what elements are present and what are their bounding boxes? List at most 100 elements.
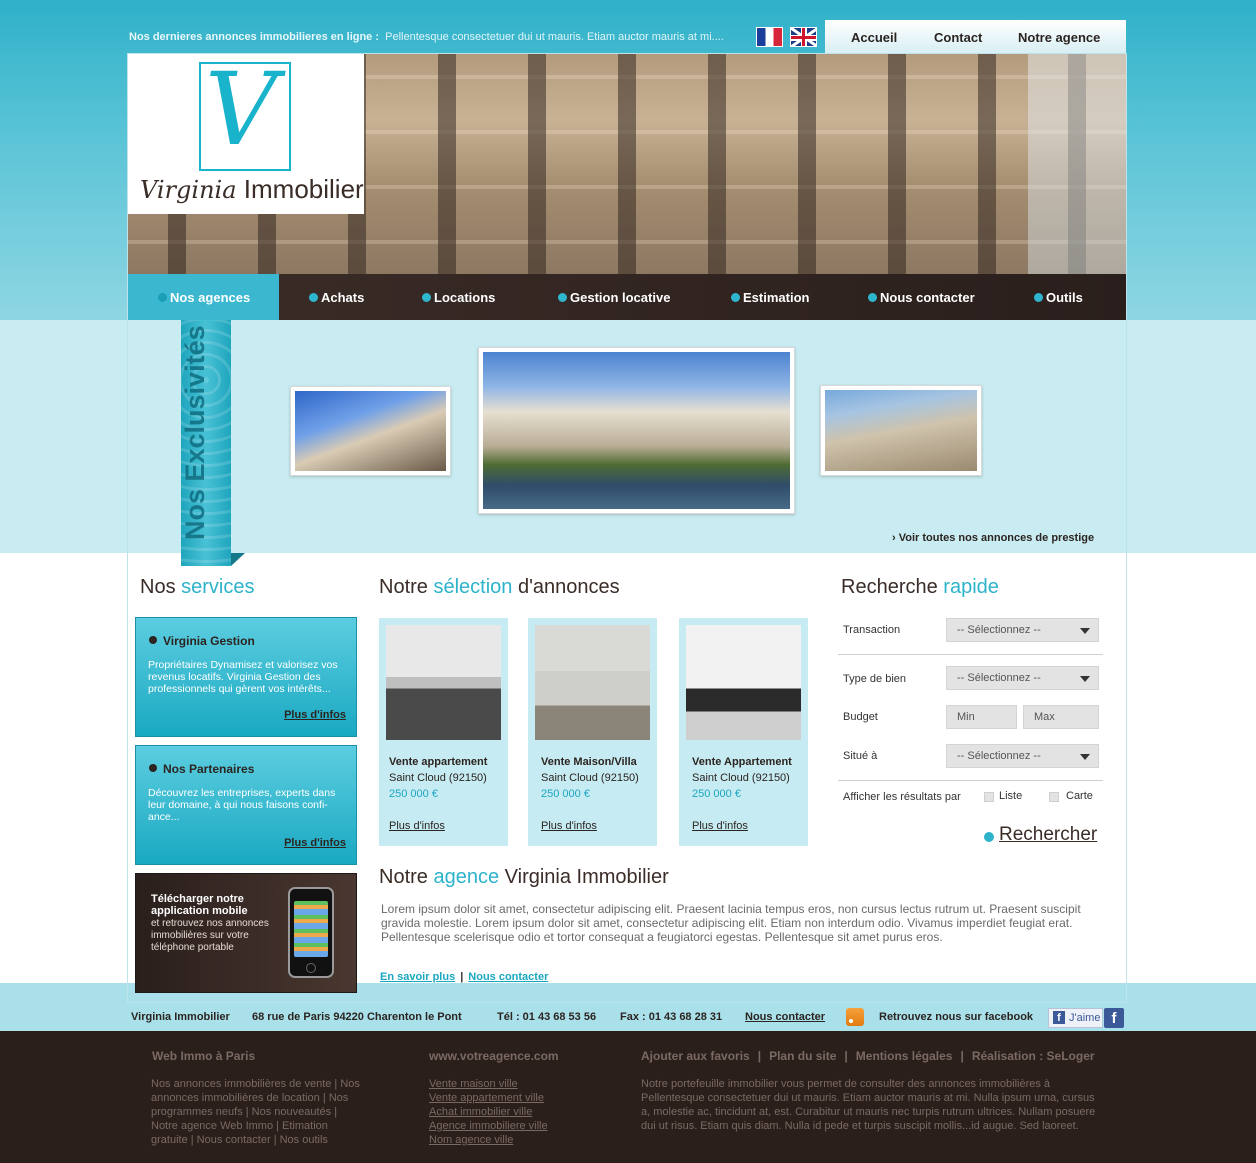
infobar-contact-link[interactable]: Nous contacter xyxy=(745,1011,825,1023)
mainnav-nous-contacter[interactable]: Nous contacter xyxy=(868,290,975,305)
ticker-label: Nos dernieres annonces immobilieres en l… xyxy=(129,31,380,43)
main-navigation: Nos agences Achats Locations Gestion loc… xyxy=(128,274,1126,320)
service-title: Nos Partenaires xyxy=(149,762,254,776)
selection-heading: Notre sélection d'annonces xyxy=(379,576,620,598)
listing-location: Saint Cloud (92150) xyxy=(692,772,790,784)
app-promo-title: Télécharger notre application mobile xyxy=(151,893,248,917)
exclusivites-label: Nos Exclusivités xyxy=(180,325,210,540)
budget-min-input[interactable]: Min xyxy=(946,705,1017,729)
transaction-select[interactable]: -- Sélectionnez -- xyxy=(946,618,1099,642)
listing-location: Saint Cloud (92150) xyxy=(389,772,487,784)
mobile-app-promo[interactable]: Télécharger notre application mobile et … xyxy=(135,873,357,993)
logo-monogram: V xyxy=(199,60,291,171)
situe-select[interactable]: -- Sélectionnez -- xyxy=(946,744,1099,768)
mainnav-gestion-locative[interactable]: Gestion locative xyxy=(558,290,670,305)
service-more-link[interactable]: Plus d'infos xyxy=(284,837,346,849)
rss-icon[interactable] xyxy=(846,1008,864,1026)
facebook-like-button[interactable]: J'aime xyxy=(1048,1008,1103,1028)
service-text: Propriétaires Dynamisez et valorisez vos… xyxy=(148,659,338,695)
footer-link[interactable]: Vente maison ville xyxy=(429,1077,589,1091)
smartphone-icon xyxy=(288,887,334,978)
listing-price: 250 000 € xyxy=(389,788,438,800)
display-mode-label: Afficher les résultats par xyxy=(843,791,961,803)
site-logo[interactable]: V Virginia Immobilier xyxy=(128,54,364,214)
divider xyxy=(838,654,1103,655)
search-heading: Recherche rapide xyxy=(841,576,999,598)
carte-checkbox[interactable] xyxy=(1049,792,1059,802)
nous-contacter-link[interactable]: Nous contacter xyxy=(468,971,548,983)
transaction-label: Transaction xyxy=(843,624,901,636)
mainnav-locations[interactable]: Locations xyxy=(422,290,495,305)
nav-contact[interactable]: Contact xyxy=(934,30,982,45)
exclusivite-photo-3[interactable] xyxy=(820,385,982,476)
realisation-link[interactable]: Réalisation : SeLoger xyxy=(972,1049,1095,1063)
service-more-link[interactable]: Plus d'infos xyxy=(284,709,346,721)
service-virginia-gestion: Virginia Gestion Propriétaires Dynamisez… xyxy=(135,617,357,737)
latest-listings-ticker[interactable]: Nos dernieres annonces immobilieres en l… xyxy=(129,31,724,43)
footer-col1-links[interactable]: Nos annonces immobilières de vente | Nos… xyxy=(151,1077,361,1147)
agency-address: 68 rue de Paris 94220 Charenton le Pont xyxy=(252,1011,462,1023)
mainnav-estimation[interactable]: Estimation xyxy=(731,290,809,305)
footer-link[interactable]: Vente appartement ville xyxy=(429,1091,589,1105)
footer-link[interactable]: Achat immobilier ville xyxy=(429,1105,589,1119)
footer-col2-links: Vente maison ville Vente appartement vil… xyxy=(429,1077,589,1147)
services-heading: Nos services xyxy=(140,576,255,598)
divider xyxy=(838,780,1103,781)
plan-du-site-link[interactable]: Plan du site xyxy=(769,1049,836,1063)
app-promo-text: et retrouvez nos annonces immobilières s… xyxy=(151,918,269,953)
listing-title: Vente Maison/Villa xyxy=(541,756,637,768)
exclusivite-photo-2[interactable] xyxy=(478,347,795,514)
agency-phone: Tél : 01 43 68 53 56 xyxy=(497,1011,597,1023)
nav-accueil[interactable]: Accueil xyxy=(851,30,897,45)
budget-max-input[interactable]: Max xyxy=(1023,705,1099,729)
type-de-bien-label: Type de bien xyxy=(843,673,906,685)
listing-price: 250 000 € xyxy=(692,788,741,800)
mainnav-outils[interactable]: Outils xyxy=(1034,290,1083,305)
agency-name: Virginia Immobilier xyxy=(131,1011,230,1023)
listing-price: 250 000 € xyxy=(541,788,590,800)
ticker-text: Pellentesque consectetuer dui ut mauris.… xyxy=(385,31,724,43)
listing-photo[interactable] xyxy=(386,625,501,740)
service-text: Découvrez les entreprises, experts dans … xyxy=(148,787,336,823)
french-flag-icon[interactable] xyxy=(756,27,783,47)
liste-label: Liste xyxy=(999,790,1023,802)
mainnav-nos-agences[interactable]: Nos agences xyxy=(158,290,250,305)
top-navigation: Accueil Contact Notre agence xyxy=(825,20,1126,53)
footer-col1-title: Web Immo à Paris xyxy=(152,1049,256,1063)
footer-col2-title[interactable]: www.votreagence.com xyxy=(429,1049,559,1063)
type-de-bien-select[interactable]: -- Sélectionnez -- xyxy=(946,666,1099,690)
service-partenaires: Nos Partenaires Découvrez les entreprise… xyxy=(135,745,357,865)
agence-description: Lorem ipsum dolor sit amet, consectetur … xyxy=(381,902,1081,944)
listing-card[interactable]: Vente Maison/Villa Saint Cloud (92150) 2… xyxy=(528,618,657,846)
listing-card[interactable]: Vente Appartement Saint Cloud (92150) 25… xyxy=(679,618,808,846)
listing-more-link[interactable]: Plus d'infos xyxy=(692,820,748,832)
mainnav-achats[interactable]: Achats xyxy=(309,290,364,305)
nav-notre-agence[interactable]: Notre agence xyxy=(1018,30,1100,45)
situe-label: Situé à xyxy=(843,750,878,762)
agency-fax: Fax : 01 43 68 28 31 xyxy=(620,1011,723,1023)
favoris-link[interactable]: Ajouter aux favoris xyxy=(641,1049,750,1063)
service-title: Virginia Gestion xyxy=(149,634,255,648)
liste-checkbox[interactable] xyxy=(984,792,994,802)
listing-title: Vente Appartement xyxy=(692,756,792,768)
listing-card[interactable]: Vente appartement Saint Cloud (92150) 25… xyxy=(379,618,508,846)
agence-heading: Notre agence Virginia Immobilier xyxy=(379,866,669,888)
mentions-legales-link[interactable]: Mentions légales xyxy=(856,1049,953,1063)
rechercher-button[interactable]: Rechercher xyxy=(984,824,1097,846)
listing-photo[interactable] xyxy=(686,625,801,740)
footer-link[interactable]: Agence immobiliere ville xyxy=(429,1119,589,1133)
uk-flag-icon[interactable] xyxy=(790,27,817,47)
en-savoir-plus-link[interactable]: En savoir plus xyxy=(380,971,455,983)
exclusivite-photo-1[interactable] xyxy=(290,386,451,476)
prestige-listings-link[interactable]: › Voir toutes nos annonces de prestige xyxy=(892,532,1094,544)
footer-utility-links: Ajouter aux favoris | Plan du site | Mention… xyxy=(641,1049,1095,1063)
facebook-icon[interactable]: f xyxy=(1104,1008,1124,1028)
agence-links: En savoir plus | Nous contacter xyxy=(380,971,549,983)
listing-photo[interactable] xyxy=(535,625,650,740)
footer-link[interactable]: Nom agence ville xyxy=(429,1133,589,1147)
listing-title: Vente appartement xyxy=(389,756,488,768)
logo-wordmark: Virginia Immobilier xyxy=(140,174,364,204)
carte-label: Carte xyxy=(1066,790,1093,802)
listing-more-link[interactable]: Plus d'infos xyxy=(541,820,597,832)
listing-more-link[interactable]: Plus d'infos xyxy=(389,820,445,832)
